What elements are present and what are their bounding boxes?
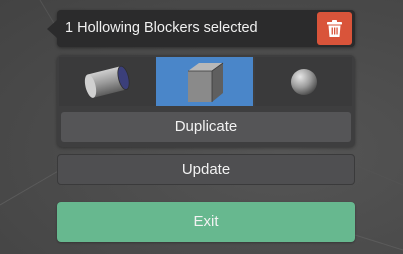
duplicate-button[interactable]: Duplicate (61, 112, 351, 142)
selection-title: 1 Hollowing Blockers selected (65, 20, 258, 36)
trash-icon (327, 20, 342, 37)
cylinder-icon (84, 65, 130, 98)
update-button[interactable]: Update (57, 154, 355, 185)
cylinder-shape-button[interactable] (59, 57, 156, 106)
selection-header: 1 Hollowing Blockers selected (47, 10, 355, 47)
delete-button[interactable] (317, 12, 352, 45)
cube-shape-button[interactable] (156, 57, 253, 106)
sphere-shape-button[interactable] (255, 57, 352, 106)
exit-button[interactable]: Exit (57, 202, 355, 242)
shape-panel: Duplicate (57, 55, 355, 147)
sphere-icon (291, 69, 317, 95)
header-pointer (47, 20, 57, 38)
cube-icon (188, 62, 224, 102)
